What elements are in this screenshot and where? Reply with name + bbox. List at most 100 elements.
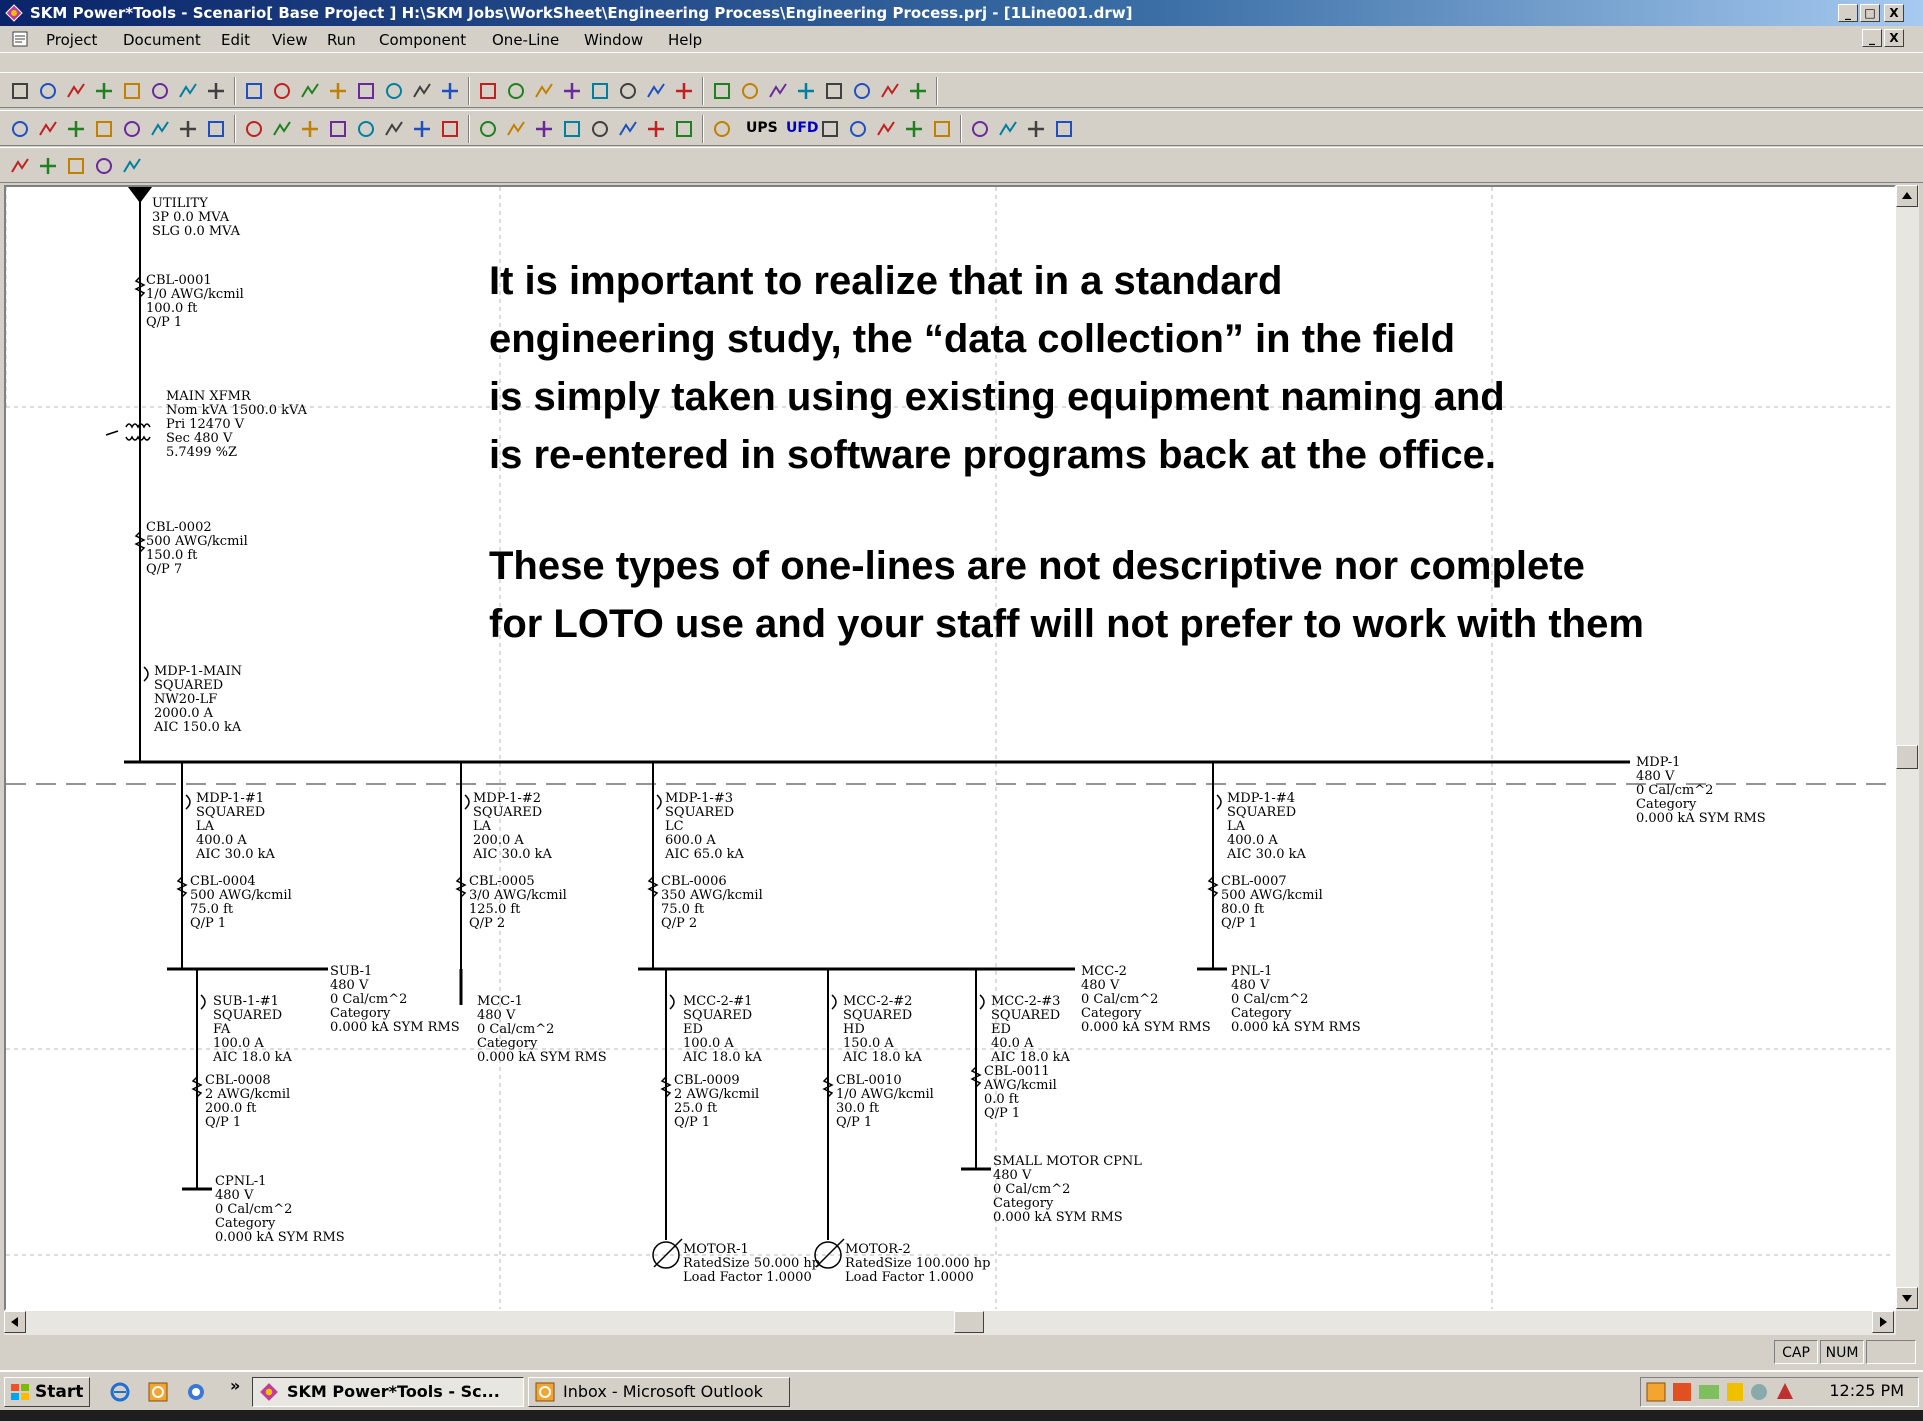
comp-button-34-icon[interactable] bbox=[996, 117, 1020, 141]
tool-button-7-icon[interactable] bbox=[176, 79, 200, 103]
tool-button-17-icon[interactable] bbox=[476, 79, 500, 103]
tool-button-31-icon[interactable] bbox=[878, 79, 902, 103]
internet-explorer-icon[interactable] bbox=[110, 1382, 130, 1402]
tool-button-18-icon[interactable] bbox=[504, 79, 528, 103]
comp-button-15-icon[interactable] bbox=[410, 117, 434, 141]
comp-button-9-icon[interactable] bbox=[242, 117, 266, 141]
scroll-up-button[interactable] bbox=[1896, 185, 1918, 207]
comp-button-2-icon[interactable] bbox=[36, 117, 60, 141]
comp-button-11-icon[interactable] bbox=[298, 117, 322, 141]
menu-component[interactable]: Component bbox=[379, 31, 466, 49]
tool-button-19-icon[interactable] bbox=[532, 79, 556, 103]
menu-edit[interactable]: Edit bbox=[221, 31, 250, 49]
vertical-scroll-thumb[interactable] bbox=[1896, 745, 1918, 769]
comp-button-29-icon[interactable] bbox=[846, 117, 870, 141]
scroll-down-button[interactable] bbox=[1896, 1287, 1918, 1309]
tool-button-14-icon[interactable] bbox=[382, 79, 406, 103]
taskbar-button-skm[interactable]: SKM Power*Tools - Sc... bbox=[252, 1377, 524, 1407]
tool-button-1-icon[interactable] bbox=[8, 79, 32, 103]
anal-button-2-icon[interactable] bbox=[36, 154, 60, 178]
ufd-tool-label[interactable]: UFD bbox=[786, 120, 819, 136]
tool-button-5-icon[interactable] bbox=[120, 79, 144, 103]
comp-button-28-icon[interactable] bbox=[818, 117, 842, 141]
comp-button-33-icon[interactable] bbox=[968, 117, 992, 141]
comp-button-17-icon[interactable] bbox=[476, 117, 500, 141]
menu-project[interactable]: Project bbox=[46, 31, 97, 49]
comp-button-21-icon[interactable] bbox=[588, 117, 612, 141]
maximize-button[interactable]: □ bbox=[1860, 4, 1880, 22]
tool-button-32-icon[interactable] bbox=[906, 79, 930, 103]
ups-tool-label[interactable]: UPS bbox=[746, 120, 778, 136]
tray-outlook-icon[interactable] bbox=[1646, 1382, 1666, 1402]
one-line-canvas[interactable]: UTILITY 3P 0.0 MVA SLG 0.0 MVA CBL-0001 1/0 … bbox=[4, 185, 1896, 1311]
comp-button-22-icon[interactable] bbox=[616, 117, 640, 141]
tool-button-30-icon[interactable] bbox=[850, 79, 874, 103]
skm-app-icon[interactable] bbox=[5, 4, 23, 22]
menu-window[interactable]: Window bbox=[584, 31, 643, 49]
tool-button-3-icon[interactable] bbox=[64, 79, 88, 103]
comp-button-24-icon[interactable] bbox=[672, 117, 696, 141]
comp-button-1-icon[interactable] bbox=[8, 117, 32, 141]
comp-button-4-icon[interactable] bbox=[92, 117, 116, 141]
comp-button-20-icon[interactable] bbox=[560, 117, 584, 141]
tool-button-24-icon[interactable] bbox=[672, 79, 696, 103]
tray-icons[interactable] bbox=[1643, 1379, 1813, 1405]
tool-button-20-icon[interactable] bbox=[560, 79, 584, 103]
anal-button-4-icon[interactable] bbox=[92, 154, 116, 178]
comp-button-16-icon[interactable] bbox=[438, 117, 462, 141]
tool-button-29-icon[interactable] bbox=[822, 79, 846, 103]
menu-help[interactable]: Help bbox=[668, 31, 702, 49]
tool-button-27-icon[interactable] bbox=[766, 79, 790, 103]
tool-button-13-icon[interactable] bbox=[354, 79, 378, 103]
vertical-scrollbar[interactable] bbox=[1896, 185, 1919, 1311]
comp-button-18-icon[interactable] bbox=[504, 117, 528, 141]
tool-button-10-icon[interactable] bbox=[270, 79, 294, 103]
tray-disc-icon[interactable] bbox=[1751, 1384, 1767, 1400]
tool-button-22-icon[interactable] bbox=[616, 79, 640, 103]
comp-button-14-icon[interactable] bbox=[382, 117, 406, 141]
tool-button-8-icon[interactable] bbox=[204, 79, 228, 103]
outlook-icon[interactable] bbox=[148, 1382, 168, 1402]
close-button[interactable]: X bbox=[1884, 4, 1904, 22]
tool-button-26-icon[interactable] bbox=[738, 79, 762, 103]
comp-button-3-icon[interactable] bbox=[64, 117, 88, 141]
menu-run[interactable]: Run bbox=[327, 31, 356, 49]
tool-button-16-icon[interactable] bbox=[438, 79, 462, 103]
mdi-close-button[interactable]: X bbox=[1884, 29, 1904, 47]
anal-button-1-icon[interactable] bbox=[8, 154, 32, 178]
tool-button-4-icon[interactable] bbox=[92, 79, 116, 103]
tool-button-6-icon[interactable] bbox=[148, 79, 172, 103]
title-bar[interactable]: SKM Power*Tools - Scenario[ Base Project… bbox=[0, 0, 1923, 26]
start-button[interactable]: Start bbox=[4, 1377, 90, 1407]
tray-security-icon[interactable] bbox=[1673, 1383, 1691, 1401]
minimize-button[interactable]: _ bbox=[1838, 4, 1858, 22]
comp-button-13-icon[interactable] bbox=[354, 117, 378, 141]
comp-button-36-icon[interactable] bbox=[1052, 117, 1076, 141]
quicklaunch-overflow-icon[interactable]: » bbox=[230, 1376, 240, 1395]
anal-button-3-icon[interactable] bbox=[64, 154, 88, 178]
tool-button-9-icon[interactable] bbox=[242, 79, 266, 103]
scroll-left-button[interactable] bbox=[4, 1311, 26, 1333]
document-icon[interactable] bbox=[12, 31, 28, 47]
comp-button-32-icon[interactable] bbox=[930, 117, 954, 141]
tool-button-21-icon[interactable] bbox=[588, 79, 612, 103]
menu-view[interactable]: View bbox=[272, 31, 308, 49]
tool-button-2-icon[interactable] bbox=[36, 79, 60, 103]
taskbar-button-outlook[interactable]: Inbox - Microsoft Outlook bbox=[528, 1377, 790, 1407]
comp-button-30-icon[interactable] bbox=[874, 117, 898, 141]
comp-button-31-icon[interactable] bbox=[902, 117, 926, 141]
tool-button-15-icon[interactable] bbox=[410, 79, 434, 103]
mdi-minimize-button[interactable]: _ bbox=[1862, 29, 1882, 47]
comp-button-23-icon[interactable] bbox=[644, 117, 668, 141]
anal-button-5-icon[interactable] bbox=[120, 154, 144, 178]
comp-button-35-icon[interactable] bbox=[1024, 117, 1048, 141]
tray-shield-icon[interactable] bbox=[1727, 1383, 1743, 1401]
scroll-right-button[interactable] bbox=[1872, 1311, 1894, 1333]
comp-button-10-icon[interactable] bbox=[270, 117, 294, 141]
tool-button-11-icon[interactable] bbox=[298, 79, 322, 103]
tray-alert-icon[interactable] bbox=[1777, 1383, 1793, 1399]
horizontal-scrollbar[interactable] bbox=[4, 1311, 1896, 1335]
menu-document[interactable]: Document bbox=[123, 31, 201, 49]
comp-button-12-icon[interactable] bbox=[326, 117, 350, 141]
explorer-icon[interactable] bbox=[186, 1382, 206, 1402]
